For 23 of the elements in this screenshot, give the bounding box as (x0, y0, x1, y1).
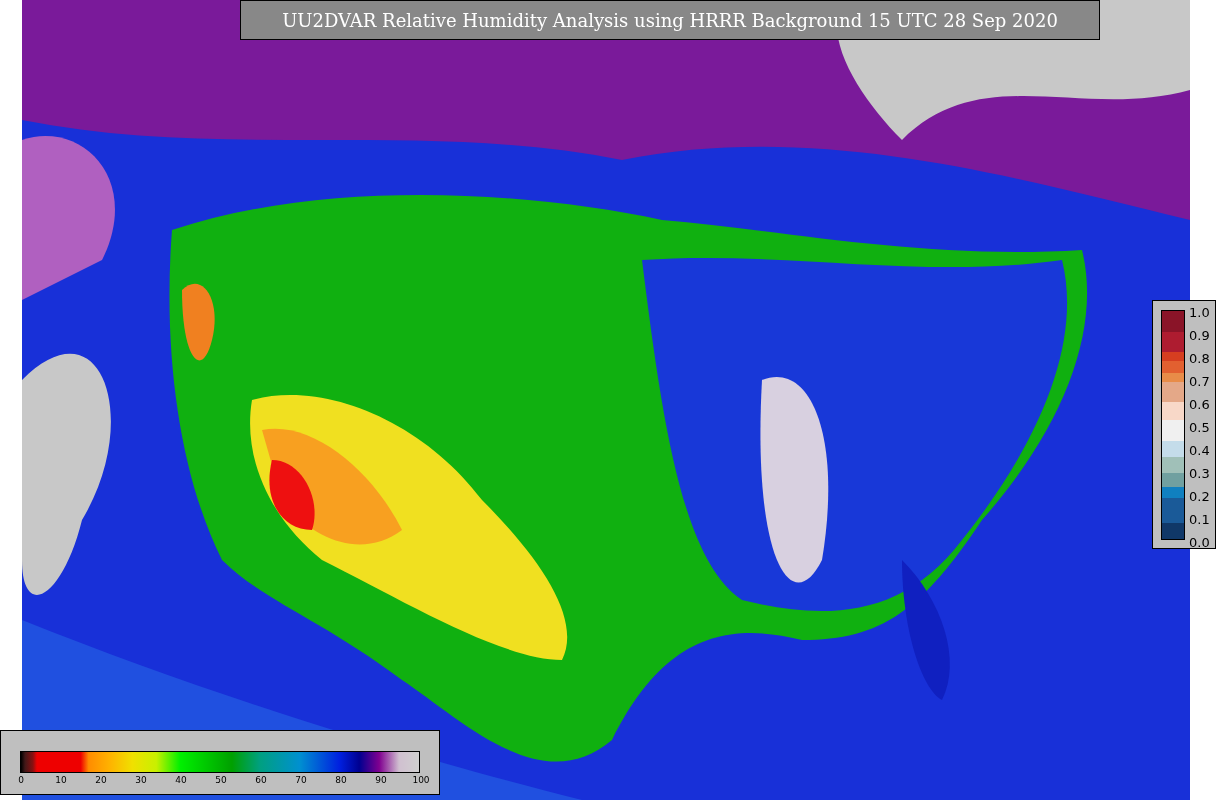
tick-label: 0.1 (1189, 511, 1210, 529)
tick-label: 0.2 (1189, 488, 1210, 506)
tick-label: 0 (17, 775, 25, 785)
tick-label: 80 (334, 775, 348, 785)
map-title: UU2DVAR Relative Humidity Analysis using HRRR Background 15 UTC 28 Sep 2020 (240, 0, 1100, 40)
tick-label: 10 (54, 775, 68, 785)
tick-label: 1.0 (1189, 304, 1210, 322)
tick-label: 20 (94, 775, 108, 785)
tick-label: 0.7 (1189, 373, 1210, 391)
tick-label: 70 (294, 775, 308, 785)
tick-label: 90 (374, 775, 388, 785)
tick-label: 0.4 (1189, 442, 1210, 460)
tick-label: 0.3 (1189, 465, 1210, 483)
tick-label: 0.5 (1189, 419, 1210, 437)
tick-label: 50 (214, 775, 228, 785)
tick-label: 0.0 (1189, 534, 1210, 552)
tick-label: 30 (134, 775, 148, 785)
tick-label: 0.9 (1189, 327, 1210, 345)
tick-label: 40 (174, 775, 188, 785)
tick-label: 100 (411, 775, 431, 785)
tick-label: 60 (254, 775, 268, 785)
tick-label: 0.8 (1189, 350, 1210, 368)
tick-label: 0.6 (1189, 396, 1210, 414)
